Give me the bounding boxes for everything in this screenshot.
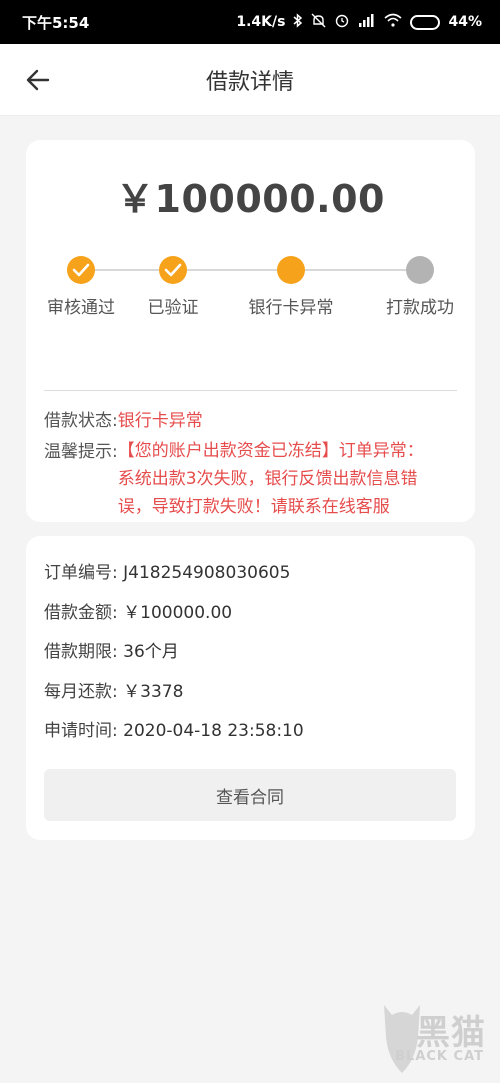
nav-bar: 借款详情 <box>0 44 500 116</box>
loan-amount: ￥100000.00 <box>116 177 385 221</box>
apply-time-row: 申请时间: 2020-04-18 23:58:10 <box>44 716 304 741</box>
alarm-icon <box>334 12 350 32</box>
tip-text: 【您的账户出款资金已冻结】订单异常：系统出款3次失败，银行反馈出款信息错误，导致… <box>117 441 424 517</box>
loan-status-value: 银行卡异常 <box>117 411 203 431</box>
step-2-check-icon <box>159 256 187 284</box>
apply-time-value: 2020-04-18 23:58:10 <box>123 721 304 741</box>
loan-status-label: 借款状态: <box>44 411 118 431</box>
arrow-left-icon <box>26 69 50 91</box>
step-label-approved: 审核通过 <box>47 298 115 318</box>
loan-status-row: 借款状态: 银行卡异常 <box>44 406 203 431</box>
step-label-verified: 已验证 <box>147 298 199 318</box>
view-contract-button[interactable]: 查看合同 <box>44 769 456 821</box>
order-details-card: 订单编号: J418254908030605 借款金额: ￥100000.00 … <box>26 536 475 840</box>
status-indicators: 1.4K/s 44% <box>236 12 482 32</box>
network-speed: 1.4K/s <box>236 14 286 30</box>
monthly-payment-row: 每月还款: ￥3378 <box>44 677 183 702</box>
progress-steps: 审核通过 已验证 银行卡异常 打款成功 <box>26 255 475 318</box>
watermark-cn: 黑猫 <box>416 1013 486 1053</box>
mute-icon <box>311 13 326 32</box>
loan-term-row: 借款期限: 36个月 <box>44 637 179 662</box>
apply-time-label: 申请时间: <box>44 721 118 741</box>
status-time: 下午5:54 <box>22 13 90 32</box>
loan-amount-value: ￥100000.00 <box>123 603 233 623</box>
page-title: 借款详情 <box>205 69 294 95</box>
battery-icon <box>410 14 441 30</box>
loan-amount-row: 借款金额: ￥100000.00 <box>44 598 232 623</box>
step-3-current-dot <box>277 256 305 284</box>
order-number-row: 订单编号: J418254908030605 <box>44 558 290 583</box>
tip-row: 温馨提示: 【您的账户出款资金已冻结】订单异常：系统出款3次失败，银行反馈出款信… <box>44 437 433 521</box>
loan-status-card: ￥100000.00 审核通过 已验证 银行卡异常 打款成功 借款状态: 银行卡… <box>26 140 475 522</box>
watermark-en: BLACK CAT <box>395 1049 484 1064</box>
step-label-paid: 打款成功 <box>386 298 454 318</box>
monthly-payment-label: 每月还款: <box>44 682 118 702</box>
step-1-check-icon <box>67 256 95 284</box>
wifi-icon <box>384 13 403 31</box>
loan-term-label: 借款期限: <box>44 642 118 662</box>
divider <box>44 390 457 391</box>
progress-track <box>67 256 434 284</box>
black-cat-watermark: 黑猫 BLACK CAT <box>372 997 492 1077</box>
order-number-label: 订单编号: <box>44 563 118 583</box>
loan-amount-label: 借款金额: <box>44 603 118 623</box>
hd-signal-icon <box>358 13 376 32</box>
order-number-value: J418254908030605 <box>123 563 291 583</box>
step-4-pending-dot <box>406 256 434 284</box>
battery-percent: 44% <box>448 14 482 30</box>
status-bar: 下午5:54 1.4K/s 44% <box>0 0 500 44</box>
step-label-bank-card-error: 银行卡异常 <box>248 298 334 318</box>
tip-label: 温馨提示: <box>44 442 118 462</box>
monthly-payment-value: ￥3378 <box>123 682 184 702</box>
bluetooth-icon <box>293 12 303 32</box>
back-button[interactable] <box>22 62 54 98</box>
loan-term-value: 36个月 <box>123 642 179 662</box>
